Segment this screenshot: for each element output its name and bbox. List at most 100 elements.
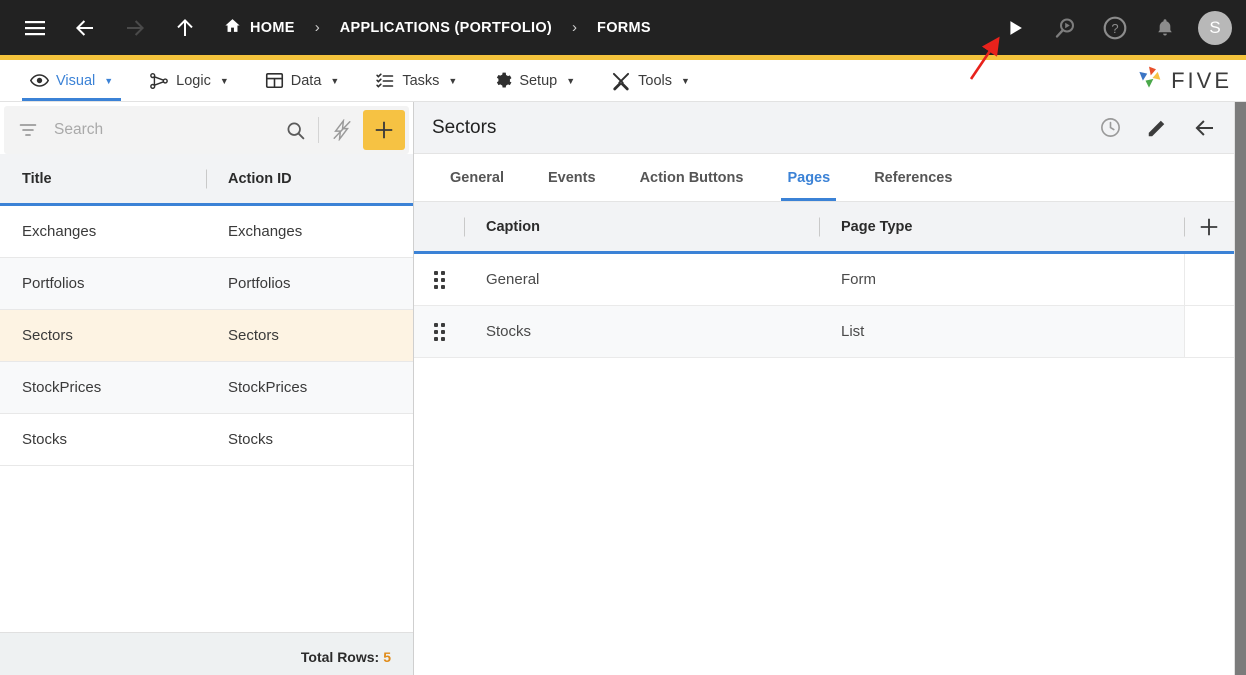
home-icon	[224, 17, 241, 38]
arrow-right-icon[interactable]	[118, 11, 152, 45]
tab-events[interactable]: Events	[534, 154, 610, 201]
lightning-slash-icon[interactable]	[325, 119, 359, 141]
menu-item-tasks[interactable]: Tasks ▼	[361, 60, 471, 101]
pencil-icon[interactable]	[1146, 117, 1168, 139]
tools-icon	[611, 71, 631, 91]
column-header-page-type[interactable]: Page Type	[819, 202, 1184, 251]
cell-action-id: Sectors	[228, 327, 279, 344]
cell-action-id: Portfolios	[228, 275, 291, 292]
breadcrumb-item-applications[interactable]: APPLICATIONS (PORTFOLIO)	[340, 20, 552, 36]
cell-caption: General	[486, 271, 540, 288]
add-row-header-cell	[1184, 202, 1234, 251]
tab-pages[interactable]: Pages	[773, 154, 844, 201]
breadcrumb-forms-label: FORMS	[597, 19, 651, 36]
cell-title: Sectors	[22, 327, 73, 344]
breadcrumb: HOME › APPLICATIONS (PORTFOLIO) › FORMS	[224, 17, 651, 38]
menu-item-data[interactable]: Data ▼	[251, 60, 354, 101]
cell-page-type: List	[841, 323, 865, 340]
right-panel: Sectors General Events Action Buttons Pa…	[414, 102, 1234, 675]
search-play-icon[interactable]	[1048, 11, 1082, 45]
left-table-footer: Total Rows: 5	[0, 632, 413, 675]
menu-item-tasks-label: Tasks	[402, 72, 440, 89]
tab-general[interactable]: General	[436, 154, 518, 201]
gear-icon	[493, 71, 512, 90]
total-rows-label: Total Rows:	[300, 648, 380, 665]
detail-header-actions	[1099, 116, 1216, 140]
cell-title: Stocks	[22, 431, 68, 448]
search-input[interactable]	[38, 121, 278, 139]
page-title: Sectors	[432, 116, 497, 138]
tab-action-buttons[interactable]: Action Buttons	[626, 154, 758, 201]
body-wrapper: Title Action ID Exchanges Exchanges Port…	[0, 102, 1246, 675]
table-row[interactable]: Exchanges Exchanges	[0, 206, 413, 258]
cell-action-id: StockPrices	[228, 379, 308, 396]
table-row[interactable]: Stocks List	[414, 306, 1234, 358]
drag-handle-icon[interactable]	[414, 306, 464, 357]
header-actions: ? S	[998, 10, 1232, 45]
left-column-header-title[interactable]: Title	[0, 171, 206, 187]
arrow-left-icon[interactable]	[1192, 116, 1216, 140]
arrow-left-icon[interactable]	[68, 11, 102, 45]
menu-item-setup-label: Setup	[519, 72, 558, 89]
breadcrumb-separator-2: ›	[572, 19, 578, 36]
five-logo-text: FIVE	[1171, 67, 1232, 93]
menu-item-visual-label: Visual	[56, 72, 96, 89]
play-icon[interactable]	[998, 11, 1032, 45]
cell-title: StockPrices	[22, 379, 102, 396]
menu-item-setup[interactable]: Setup ▼	[479, 60, 589, 101]
main-menu-bar: Visual ▼ Logic ▼ Data ▼ Tasks ▼ Setup ▼ …	[0, 60, 1246, 102]
chevron-down-icon: ▼	[104, 75, 114, 86]
header-nav-group	[18, 11, 202, 45]
breadcrumb-separator-1: ›	[314, 19, 320, 36]
column-header-caption[interactable]: Caption	[464, 202, 819, 251]
breadcrumb-item-home[interactable]: HOME	[224, 17, 295, 38]
tab-references[interactable]: References	[860, 154, 966, 201]
avatar-initial: S	[1209, 17, 1221, 37]
help-circle-icon[interactable]: ?	[1098, 11, 1132, 45]
add-button[interactable]	[363, 110, 405, 150]
hamburger-menu-icon[interactable]	[18, 11, 52, 45]
table-row[interactable]: Stocks Stocks	[0, 414, 413, 466]
drag-handle-icon[interactable]	[414, 254, 464, 305]
five-logo-mark	[1135, 64, 1163, 97]
breadcrumb-home-label: HOME	[250, 19, 295, 36]
plus-icon[interactable]	[1198, 216, 1220, 238]
search-bar	[4, 106, 409, 154]
menu-item-logic-label: Logic	[176, 72, 211, 89]
search-divider	[318, 117, 319, 143]
avatar[interactable]: S	[1198, 10, 1232, 45]
svg-text:?: ?	[1111, 20, 1118, 35]
clock-icon[interactable]	[1099, 116, 1122, 139]
arrow-up-icon[interactable]	[168, 11, 202, 45]
left-column-header-action-id[interactable]: Action ID	[206, 171, 413, 187]
table-row[interactable]: General Form	[414, 254, 1234, 306]
chevron-down-icon: ▼	[681, 75, 690, 86]
bell-icon[interactable]	[1148, 11, 1182, 45]
menu-item-tools[interactable]: Tools ▼	[597, 60, 704, 101]
pages-table: Caption Page Type General Form Stocks Li…	[414, 202, 1234, 675]
menu-item-tools-label: Tools	[638, 72, 672, 89]
menu-item-data-label: Data	[290, 72, 322, 89]
chevron-down-icon: ▼	[448, 75, 458, 86]
grid-icon	[265, 71, 284, 90]
cell-title: Portfolios	[22, 275, 85, 292]
table-row[interactable]: StockPrices StockPrices	[0, 362, 413, 414]
table-row-selected[interactable]: Sectors Sectors	[0, 310, 413, 362]
row-end-cell	[1184, 254, 1234, 305]
cell-action-id: Exchanges	[228, 223, 303, 240]
left-panel: Title Action ID Exchanges Exchanges Port…	[0, 102, 414, 675]
nodes-icon	[149, 71, 169, 91]
chevron-down-icon: ▼	[219, 75, 229, 86]
search-icon[interactable]	[278, 120, 312, 141]
filter-icon[interactable]	[18, 120, 38, 140]
vertical-scrollbar[interactable]	[1234, 102, 1246, 675]
breadcrumb-item-forms[interactable]: FORMS	[597, 20, 651, 36]
table-row[interactable]: Portfolios Portfolios	[0, 258, 413, 310]
menu-item-logic[interactable]: Logic ▼	[135, 60, 243, 101]
cell-action-id: Stocks	[228, 431, 274, 448]
top-header: HOME › APPLICATIONS (PORTFOLIO) › FORMS …	[0, 0, 1246, 80]
chevron-down-icon: ▼	[566, 75, 576, 86]
left-table-header: Title Action ID	[0, 154, 413, 206]
menu-item-visual[interactable]: Visual ▼	[16, 60, 127, 101]
eye-icon	[30, 71, 49, 90]
